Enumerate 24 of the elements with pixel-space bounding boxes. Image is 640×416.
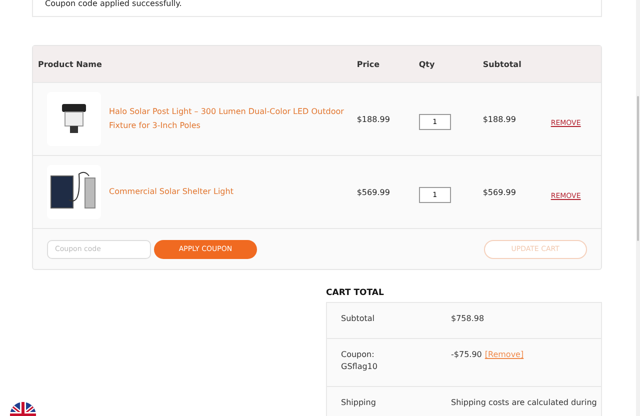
product-thumbnail[interactable] [47, 165, 101, 219]
subtotal-cell-text: $188.99 [482, 114, 517, 124]
product-link[interactable]: Commercial Solar Shelter Light [109, 185, 234, 199]
total-label: Subtotal [341, 313, 376, 325]
subtotal-cell-text: $569.99 [482, 188, 517, 196]
total-label: Coupon: GSflag10 [341, 349, 378, 373]
remove-coupon-link[interactable]: [Remove] [484, 349, 524, 361]
product-thumbnail[interactable] [47, 92, 101, 146]
price-cell-text: $569.99 [356, 188, 391, 196]
column-header: Subtotal [482, 60, 522, 68]
price-cell-text: $188.99 [356, 114, 391, 124]
product-link[interactable]: Halo Solar Post Light – 300 Lumen Dual-Color LED Outdoor Fixture for 3-Inch Poles [109, 105, 344, 133]
scrollbar[interactable] [636, 0, 640, 416]
total-value: $758.98 [451, 313, 484, 325]
scrollbar-thumb[interactable] [636, 96, 639, 241]
column-header: Qty [418, 60, 436, 68]
column-header: Product Name [38, 60, 103, 68]
total-label: Shipping [341, 397, 377, 409]
cart-total-title: CART TOTAL [326, 288, 385, 298]
success-message: Coupon code applied successfully. [45, 0, 182, 8]
column-header: Price [356, 60, 381, 68]
total-value: -$75.90 [451, 349, 482, 361]
total-value: Shipping costs are calculated during [451, 397, 597, 409]
post-light-photo [59, 102, 89, 136]
